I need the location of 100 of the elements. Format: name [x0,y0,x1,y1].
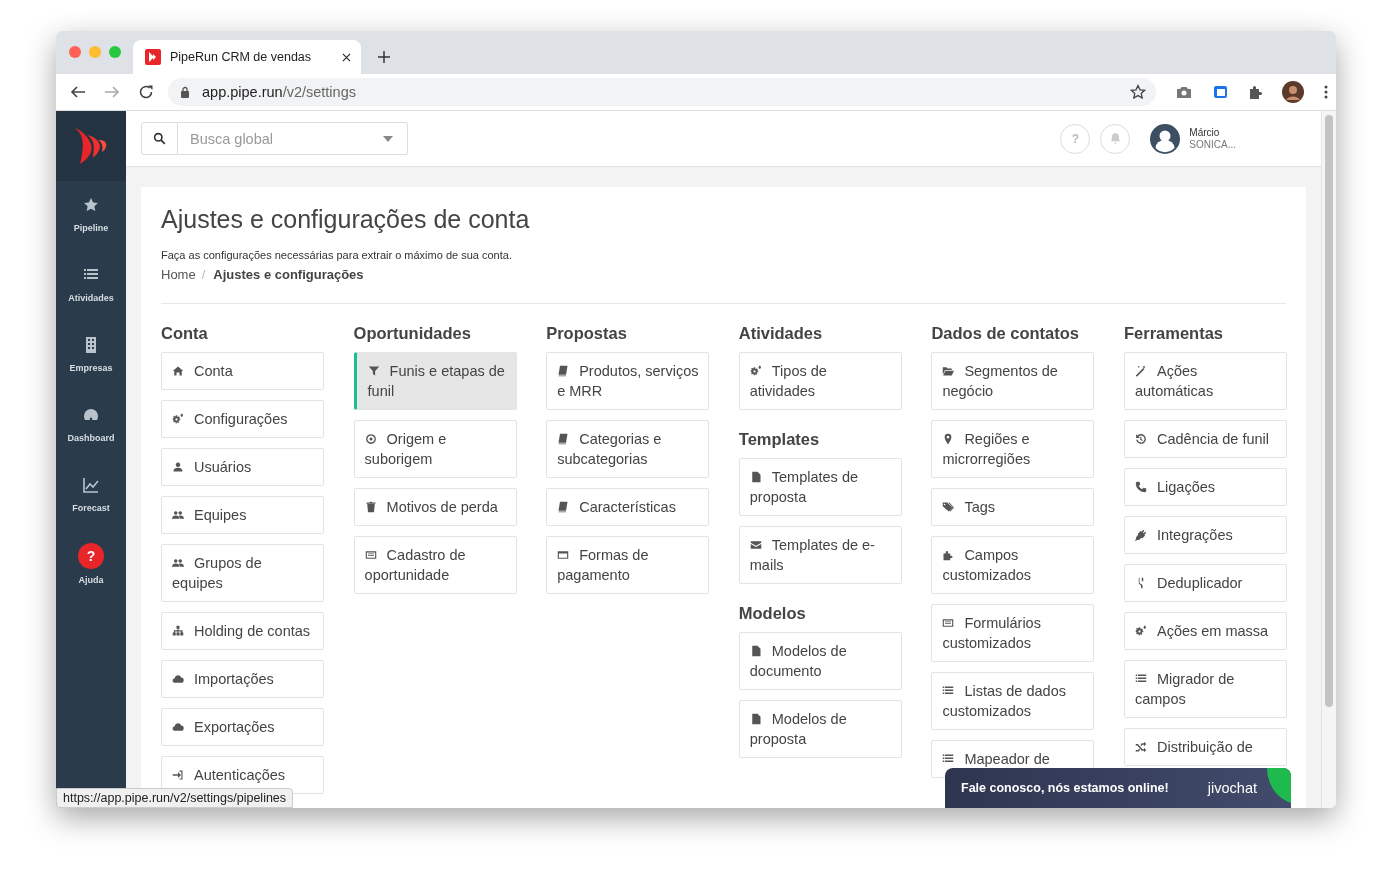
book-icon [557,433,570,445]
users-icon [172,509,184,521]
settings-link[interactable]: Importações [161,660,324,698]
trash-icon [364,501,377,513]
settings-link[interactable]: Holding de contas [161,612,324,650]
settings-link[interactable]: Produtos, serviços e MRR [546,352,710,410]
settings-link[interactable]: Exportações [161,708,324,746]
settings-link[interactable]: Ações automáticas [1123,352,1287,410]
star-icon [83,197,99,213]
plug-icon [1134,529,1147,541]
tags-icon [942,501,955,513]
settings-link[interactable]: Cadastro de oportunidade [353,536,517,594]
search-button[interactable] [141,122,178,155]
section-heading: Dados de contatos [931,324,1080,343]
file-icon [749,645,762,657]
sidebar-item[interactable]: Empresas [56,333,126,403]
settings-link[interactable]: Campos customizados [931,536,1095,594]
back-icon[interactable] [70,84,86,100]
settings-link[interactable]: Ligações [1123,468,1287,506]
sidebar-item[interactable]: Atividades [56,263,126,333]
settings-link[interactable]: Modelos de proposta [738,700,902,758]
more-options-icon[interactable] [1324,84,1328,100]
camera-icon[interactable] [1176,84,1192,100]
search-field[interactable]: Busca global [178,122,408,155]
chat-message: Fale conosco, nós estamos online! [961,781,1170,795]
address-field[interactable]: app.pipe.run/v2/settings [168,78,1156,106]
settings-link[interactable]: Cadência de funil [1123,420,1287,458]
users-icon [172,557,184,569]
settings-link[interactable]: Ações em massa [1123,612,1287,650]
settings-link[interactable]: Segmentos de negócio [931,352,1095,410]
settings-link[interactable]: Formulários customizados [931,604,1095,662]
folder-icon [942,365,955,377]
user-avatar-icon[interactable] [1150,123,1181,154]
breadcrumb-current: Ajustes e configurações [213,267,364,282]
settings-link[interactable]: Configurações [161,400,324,438]
reload-icon[interactable] [138,84,154,100]
profile-avatar-icon[interactable] [1282,81,1304,103]
breadcrumb-link[interactable]: Home [161,267,196,282]
cloud-download-icon [172,721,184,733]
form-icon [942,617,955,629]
filter-icon [367,365,380,377]
search-icon [153,132,166,145]
settings-link[interactable]: Listas de dados customizados [931,672,1095,730]
chat-brand-logo: jivochat [1207,780,1257,796]
settings-link[interactable]: Deduplicador [1123,564,1287,602]
settings-link[interactable]: Integrações [1123,516,1287,554]
settings-link[interactable]: Migrador de campos [1123,660,1287,718]
puzzle-icon[interactable] [1248,84,1264,100]
settings-link[interactable]: Categorias e subcategorias [546,420,710,478]
settings-link[interactable]: Formas de pagamento [546,536,710,594]
section-heading: Oportunidades [353,324,472,343]
line-chart-icon [83,477,99,493]
settings-link[interactable]: Templates de proposta [738,458,902,516]
help-badge: ? [78,543,104,569]
scrollbar[interactable] [1321,111,1336,808]
close-icon[interactable] [342,52,351,62]
caret-icon [383,136,393,142]
file-icon [749,471,762,483]
settings-link[interactable]: Equipes [161,496,324,534]
cloud-upload-icon [172,673,184,685]
sidebar-item[interactable]: Dashboard [56,403,126,473]
book-icon [557,365,570,377]
list-icon [1134,673,1147,685]
settings-link[interactable]: Características [546,488,710,526]
credit-card-icon [557,549,570,561]
sidebar-label: Pipeline [73,223,109,233]
settings-link[interactable]: Tags [931,488,1095,526]
settings-link[interactable]: Tipos de atividades [738,352,902,410]
settings-link[interactable]: Modelos de documento [738,632,902,690]
phone-icon [1134,481,1147,493]
section-heading: Conta [161,324,209,343]
settings-link[interactable]: Regiões e microrregiões [931,420,1095,478]
settings-link[interactable]: Templates de e-mails [738,526,902,584]
sign-in-icon [172,769,184,781]
settings-link[interactable]: Conta [161,352,324,390]
gears-icon [749,365,762,377]
page-title: Ajustes e configurações de conta [161,205,531,234]
section-heading: Templates [738,430,821,449]
settings-link[interactable]: Grupos de equipes [161,544,324,602]
sidebar-item[interactable]: ? Ajuda [56,543,126,613]
settings-link[interactable]: Usuários [161,448,324,486]
book-icon [557,501,570,513]
settings-link[interactable]: Funis e etapas de funil [353,352,517,410]
sidebar-label: Ajuda [78,575,104,585]
settings-link[interactable]: Distribuição de [1123,728,1287,766]
app-logo-icon[interactable] [73,126,109,166]
user-name: Márcio [1189,127,1221,138]
browser-tab[interactable]: PipeRun CRM de vendas [133,40,361,74]
settings-link[interactable]: Origem e suborigem [353,420,517,478]
shuffle-icon [1134,741,1147,753]
file-icon [749,713,762,725]
chat-toast[interactable]: Fale conosco, nós estamos online! jivochat [945,768,1291,808]
new-tab-icon[interactable] [378,51,390,63]
settings-link[interactable]: Motivos de perda [353,488,517,526]
sidebar-item[interactable]: Pipeline [56,193,126,263]
sidebar-item[interactable]: Forecast [56,473,126,543]
user-icon [172,461,184,473]
gears-icon [1134,625,1147,637]
section-heading: Ferramentas [1123,324,1225,343]
bookmark-star-icon[interactable] [1130,84,1146,100]
